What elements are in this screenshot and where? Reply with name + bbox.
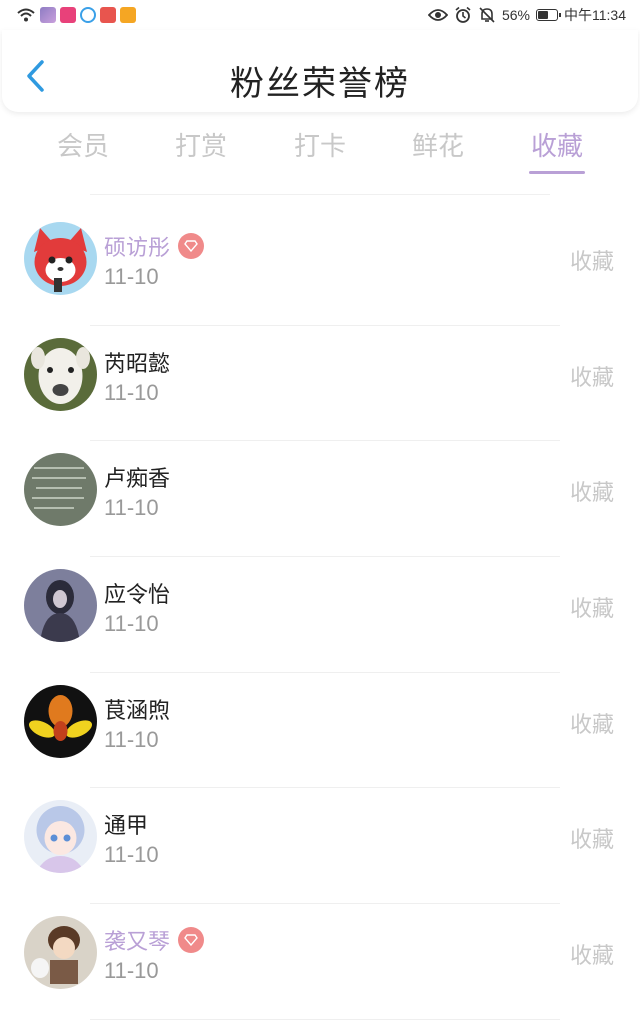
diamond-icon bbox=[178, 233, 205, 259]
fan-name-text: 茛涵煦 bbox=[104, 698, 171, 724]
status-bar-right: 56% 中午11:34 bbox=[427, 5, 626, 25]
alarm-icon bbox=[455, 6, 471, 23]
diamond-icon bbox=[178, 927, 205, 954]
avatar[interactable] bbox=[24, 453, 97, 527]
eye-icon bbox=[427, 9, 448, 21]
tab-favorites[interactable]: 收藏 bbox=[512, 126, 602, 163]
tab-checkin[interactable]: 打卡 bbox=[275, 126, 365, 163]
tab-members[interactable]: 会员 bbox=[38, 126, 128, 163]
tab-bar: 会员 打赏 打卡 鲜花 收藏 bbox=[0, 120, 640, 180]
fan-date: 11-10 bbox=[104, 495, 159, 521]
list-item[interactable]: 通甲 11-10 收藏 bbox=[0, 788, 640, 905]
favorite-action[interactable]: 收藏 bbox=[570, 244, 614, 276]
avatar[interactable] bbox=[24, 569, 97, 643]
wifi-icon bbox=[17, 8, 35, 22]
fan-name-text: 通甲 bbox=[104, 814, 149, 840]
list-item[interactable]: 茛涵煦 11-10 收藏 bbox=[0, 673, 640, 789]
app-icon-4 bbox=[100, 7, 116, 23]
fan-name: 茛涵煦 bbox=[104, 693, 170, 725]
fan-name: 硕访彤 bbox=[104, 230, 205, 262]
status-bar: 56% 中午11:34 bbox=[0, 0, 640, 30]
fan-date: 11-10 bbox=[104, 726, 159, 752]
fan-list: 硕访彤 11-10 收藏 芮昭懿 11-10 收藏 卢痴香 11-10 收藏 应… bbox=[0, 210, 640, 1020]
fan-name: 卢痴香 bbox=[104, 461, 170, 493]
fan-name-text: 卢痴香 bbox=[104, 467, 171, 493]
fan-name: 应令怡 bbox=[104, 577, 170, 609]
avatar[interactable] bbox=[24, 916, 97, 990]
favorite-action[interactable]: 收藏 bbox=[570, 591, 614, 623]
fan-date: 11-10 bbox=[104, 264, 159, 289]
app-icon-5 bbox=[120, 7, 136, 23]
favorite-action[interactable]: 收藏 bbox=[570, 360, 614, 392]
page-title: 粉丝荣誉榜 bbox=[230, 64, 410, 104]
fan-name: 袭又琴 bbox=[104, 924, 205, 956]
fan-name-text: 袭又琴 bbox=[104, 930, 171, 956]
favorite-action[interactable]: 收藏 bbox=[570, 822, 614, 854]
battery-percent: 56% bbox=[501, 7, 530, 23]
list-item[interactable]: 卢痴香 11-10 收藏 bbox=[0, 441, 640, 558]
list-item[interactable]: 硕访彤 11-10 收藏 bbox=[0, 210, 640, 326]
avatar[interactable] bbox=[24, 684, 97, 758]
active-tab-indicator bbox=[529, 171, 585, 174]
fan-name-text: 硕访彤 bbox=[104, 236, 171, 261]
app-icon-1 bbox=[40, 7, 56, 23]
list-item[interactable]: 芮昭懿 11-10 收藏 bbox=[0, 326, 640, 442]
fan-date: 11-10 bbox=[104, 611, 159, 637]
avatar[interactable] bbox=[24, 222, 97, 295]
tab-reward[interactable]: 打赏 bbox=[156, 126, 246, 163]
app-icon-3 bbox=[80, 7, 96, 23]
row-divider bbox=[90, 1018, 560, 1020]
fan-date: 11-10 bbox=[104, 379, 159, 405]
list-item[interactable]: 应令怡 11-10 收藏 bbox=[0, 557, 640, 673]
app-header: 粉丝荣誉榜 bbox=[2, 30, 638, 112]
favorite-action[interactable]: 收藏 bbox=[570, 938, 614, 970]
fan-name: 芮昭懿 bbox=[104, 346, 170, 378]
battery-icon bbox=[536, 9, 561, 21]
app-icon-2 bbox=[60, 7, 76, 23]
fan-date: 11-10 bbox=[104, 958, 159, 984]
battery-fill bbox=[538, 11, 548, 19]
fan-name: 通甲 bbox=[104, 808, 148, 840]
fan-name-text: 应令怡 bbox=[104, 583, 171, 609]
avatar[interactable] bbox=[24, 337, 97, 411]
favorite-action[interactable]: 收藏 bbox=[570, 475, 614, 507]
status-bar-left bbox=[16, 7, 136, 23]
tabs-divider bbox=[90, 194, 550, 195]
avatar[interactable] bbox=[24, 800, 97, 874]
list-item[interactable]: 袭又琴 11-10 收藏 bbox=[0, 904, 640, 1020]
favorite-action[interactable]: 收藏 bbox=[570, 707, 614, 739]
fan-name-text: 芮昭懿 bbox=[104, 351, 171, 377]
mute-icon bbox=[479, 7, 495, 23]
tab-flowers[interactable]: 鲜花 bbox=[393, 126, 483, 163]
fan-date: 11-10 bbox=[104, 842, 159, 868]
clock: 中午11:34 bbox=[564, 7, 626, 23]
